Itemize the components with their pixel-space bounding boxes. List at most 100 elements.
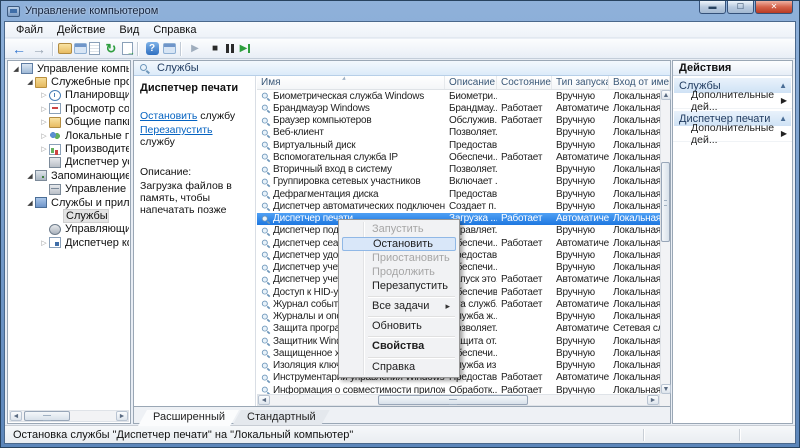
tree-item[interactable]: Управляющий элемен: [9, 223, 129, 236]
view-tab[interactable]: Расширенный: [138, 410, 240, 426]
menu-item[interactable]: Файл: [9, 24, 50, 36]
scroll-right-icon[interactable]: ►: [116, 411, 128, 421]
export-folder-icon[interactable]: [58, 43, 72, 54]
service-row[interactable]: Браузер компьютеров Обслужив... Работает…: [257, 115, 660, 127]
expander-icon[interactable]: ◢: [11, 65, 21, 73]
tree-item[interactable]: ▷ Производительность: [9, 142, 129, 155]
service-row[interactable]: Группировка сетевых участников Включает …: [257, 176, 660, 188]
expander-icon[interactable]: ▷: [39, 105, 49, 113]
service-row[interactable]: Виртуальный диск Предостав... Вручную Ло…: [257, 139, 660, 151]
tree-item[interactable]: Диспетчер устройств: [9, 156, 129, 169]
tree-item[interactable]: Службы: [9, 209, 129, 222]
show-tree-icon[interactable]: [163, 43, 176, 54]
tree-item[interactable]: ◢ Служебные программы: [9, 75, 129, 88]
tree-item[interactable]: ▷ Локальные пользовате: [9, 129, 129, 142]
scheduler-icon: [49, 90, 61, 101]
context-menu-item[interactable]: Обновить: [342, 320, 456, 333]
service-row[interactable]: Брандмауэр Windows Брандмау... Работает …: [257, 102, 660, 114]
tree-item[interactable]: Управление дисками: [9, 183, 129, 196]
context-menu-item[interactable]: Справка: [342, 361, 456, 374]
close-button[interactable]: ✕: [755, 1, 793, 14]
tree-item[interactable]: ◢ Запоминающие устройст: [9, 169, 129, 182]
maximize-button[interactable]: ☐: [727, 1, 754, 14]
service-detail-panel: Диспетчер печати Остановить службу Перез…: [134, 76, 256, 406]
tree-item[interactable]: ◢ Управление компьютером (л: [9, 62, 129, 75]
pane-tab-header: Службы: [134, 61, 670, 76]
stop-service-link[interactable]: Остановить: [140, 110, 197, 122]
menu-item[interactable]: Вид: [112, 24, 146, 36]
tree-item[interactable]: ◢ Службы и приложения: [9, 196, 129, 209]
restart-service-link[interactable]: Перезапустить: [140, 124, 213, 136]
tree-item[interactable]: ▷ Общие папки: [9, 116, 129, 129]
expander-icon[interactable]: ▷: [39, 118, 49, 126]
service-row[interactable]: Дефрагментация диска Предостав... Вручну…: [257, 188, 660, 200]
minimize-button[interactable]: ▬: [699, 1, 726, 14]
tree-item[interactable]: ▷ Планировщик заданий: [9, 89, 129, 102]
expander-icon[interactable]: ▷: [39, 145, 49, 153]
scroll-thumb[interactable]: [661, 162, 670, 242]
menu-item[interactable]: Справка: [146, 24, 203, 36]
expander-icon[interactable]: ◢: [25, 199, 35, 207]
refresh-icon[interactable]: [102, 40, 120, 57]
forward-icon[interactable]: [30, 40, 48, 57]
expander-icon[interactable]: ◢: [25, 78, 35, 86]
resume-icon[interactable]: [236, 40, 254, 57]
status-divider: [643, 429, 644, 441]
help-icon[interactable]: [143, 40, 161, 57]
view-tab[interactable]: Стандартный: [232, 410, 331, 426]
expander-icon[interactable]: ◢: [25, 172, 35, 180]
actions-section-item[interactable]: Дополнительные дей... ▶: [673, 93, 792, 109]
column-header-logon[interactable]: Вход от имени: [609, 76, 670, 89]
back-icon[interactable]: [10, 40, 28, 57]
tree-item[interactable]: ▷ Диспетчер конфигура: [9, 236, 129, 249]
start-icon[interactable]: [186, 40, 204, 57]
expander-icon[interactable]: ▷: [39, 239, 49, 247]
submenu-arrow-icon: ▶: [781, 129, 787, 138]
context-menu-item[interactable]: Свойства: [342, 340, 456, 354]
scroll-left-icon[interactable]: ◄: [10, 411, 22, 421]
actions-section-item[interactable]: Дополнительные дей... ▶: [673, 126, 792, 142]
context-menu-item[interactable]: Продолжить: [342, 266, 456, 279]
service-row[interactable]: Вспомогательная служба IP Обеспечи... Ра…: [257, 151, 660, 163]
scroll-left-icon[interactable]: ◄: [258, 395, 270, 405]
context-menu-item[interactable]: Запустить: [342, 223, 456, 236]
expander-icon[interactable]: ▷: [39, 132, 49, 140]
context-menu-item[interactable]: [368, 357, 455, 358]
column-header-name[interactable]: ▴Имя: [257, 76, 445, 89]
expander-icon[interactable]: ▷: [39, 91, 49, 99]
column-header-status[interactable]: Состояние: [497, 76, 552, 89]
context-menu-item[interactable]: Остановить: [342, 237, 456, 251]
scroll-thumb[interactable]: [24, 411, 70, 421]
context-menu-item[interactable]: [368, 296, 455, 297]
service-row[interactable]: Информация о совместимости приложений Об…: [257, 384, 660, 394]
context-menu-item[interactable]: [368, 316, 455, 317]
list-horizontal-scrollbar[interactable]: ◄ ►: [257, 394, 660, 406]
scroll-right-icon[interactable]: ►: [647, 395, 659, 405]
stop-icon[interactable]: [206, 40, 224, 57]
list-vertical-scrollbar[interactable]: ▲ ▼: [660, 90, 670, 394]
service-icon: [262, 300, 271, 309]
column-header-description[interactable]: Описание: [445, 76, 497, 89]
tree-horizontal-scrollbar[interactable]: ◄ ►: [9, 410, 129, 422]
scroll-down-icon[interactable]: ▼: [661, 384, 671, 394]
column-header-startup[interactable]: Тип запуска: [552, 76, 609, 89]
menu-item[interactable]: Действие: [50, 24, 112, 36]
context-menu-item[interactable]: Перезапустить: [342, 280, 456, 293]
console-window-icon[interactable]: [74, 43, 87, 54]
tree-item[interactable]: ▷ Просмотр событий: [9, 102, 129, 115]
document-icon[interactable]: [89, 42, 100, 55]
context-menu-item[interactable]: Все задачи: [342, 300, 456, 313]
scroll-up-icon[interactable]: ▲: [661, 90, 671, 100]
service-row[interactable]: Вторичный вход в систему Позволяет... Вр…: [257, 164, 660, 176]
service-row[interactable]: Веб-клиент Позволяет... Вручную Локальна…: [257, 127, 660, 139]
service-row[interactable]: Диспетчер автоматических подключений уд.…: [257, 200, 660, 212]
pause-icon[interactable]: [226, 44, 234, 53]
context-menu-item[interactable]: [368, 336, 455, 337]
export-list-icon[interactable]: [122, 42, 133, 55]
service-row[interactable]: Биометрическая служба Windows Биометри..…: [257, 90, 660, 102]
eventlog-icon: [49, 103, 61, 114]
scroll-thumb[interactable]: [378, 395, 528, 405]
service-icon: [262, 214, 271, 223]
title-bar[interactable]: Управление компьютером ▬ ☐ ✕: [1, 1, 799, 21]
context-menu-item[interactable]: Приостановить: [342, 252, 456, 265]
